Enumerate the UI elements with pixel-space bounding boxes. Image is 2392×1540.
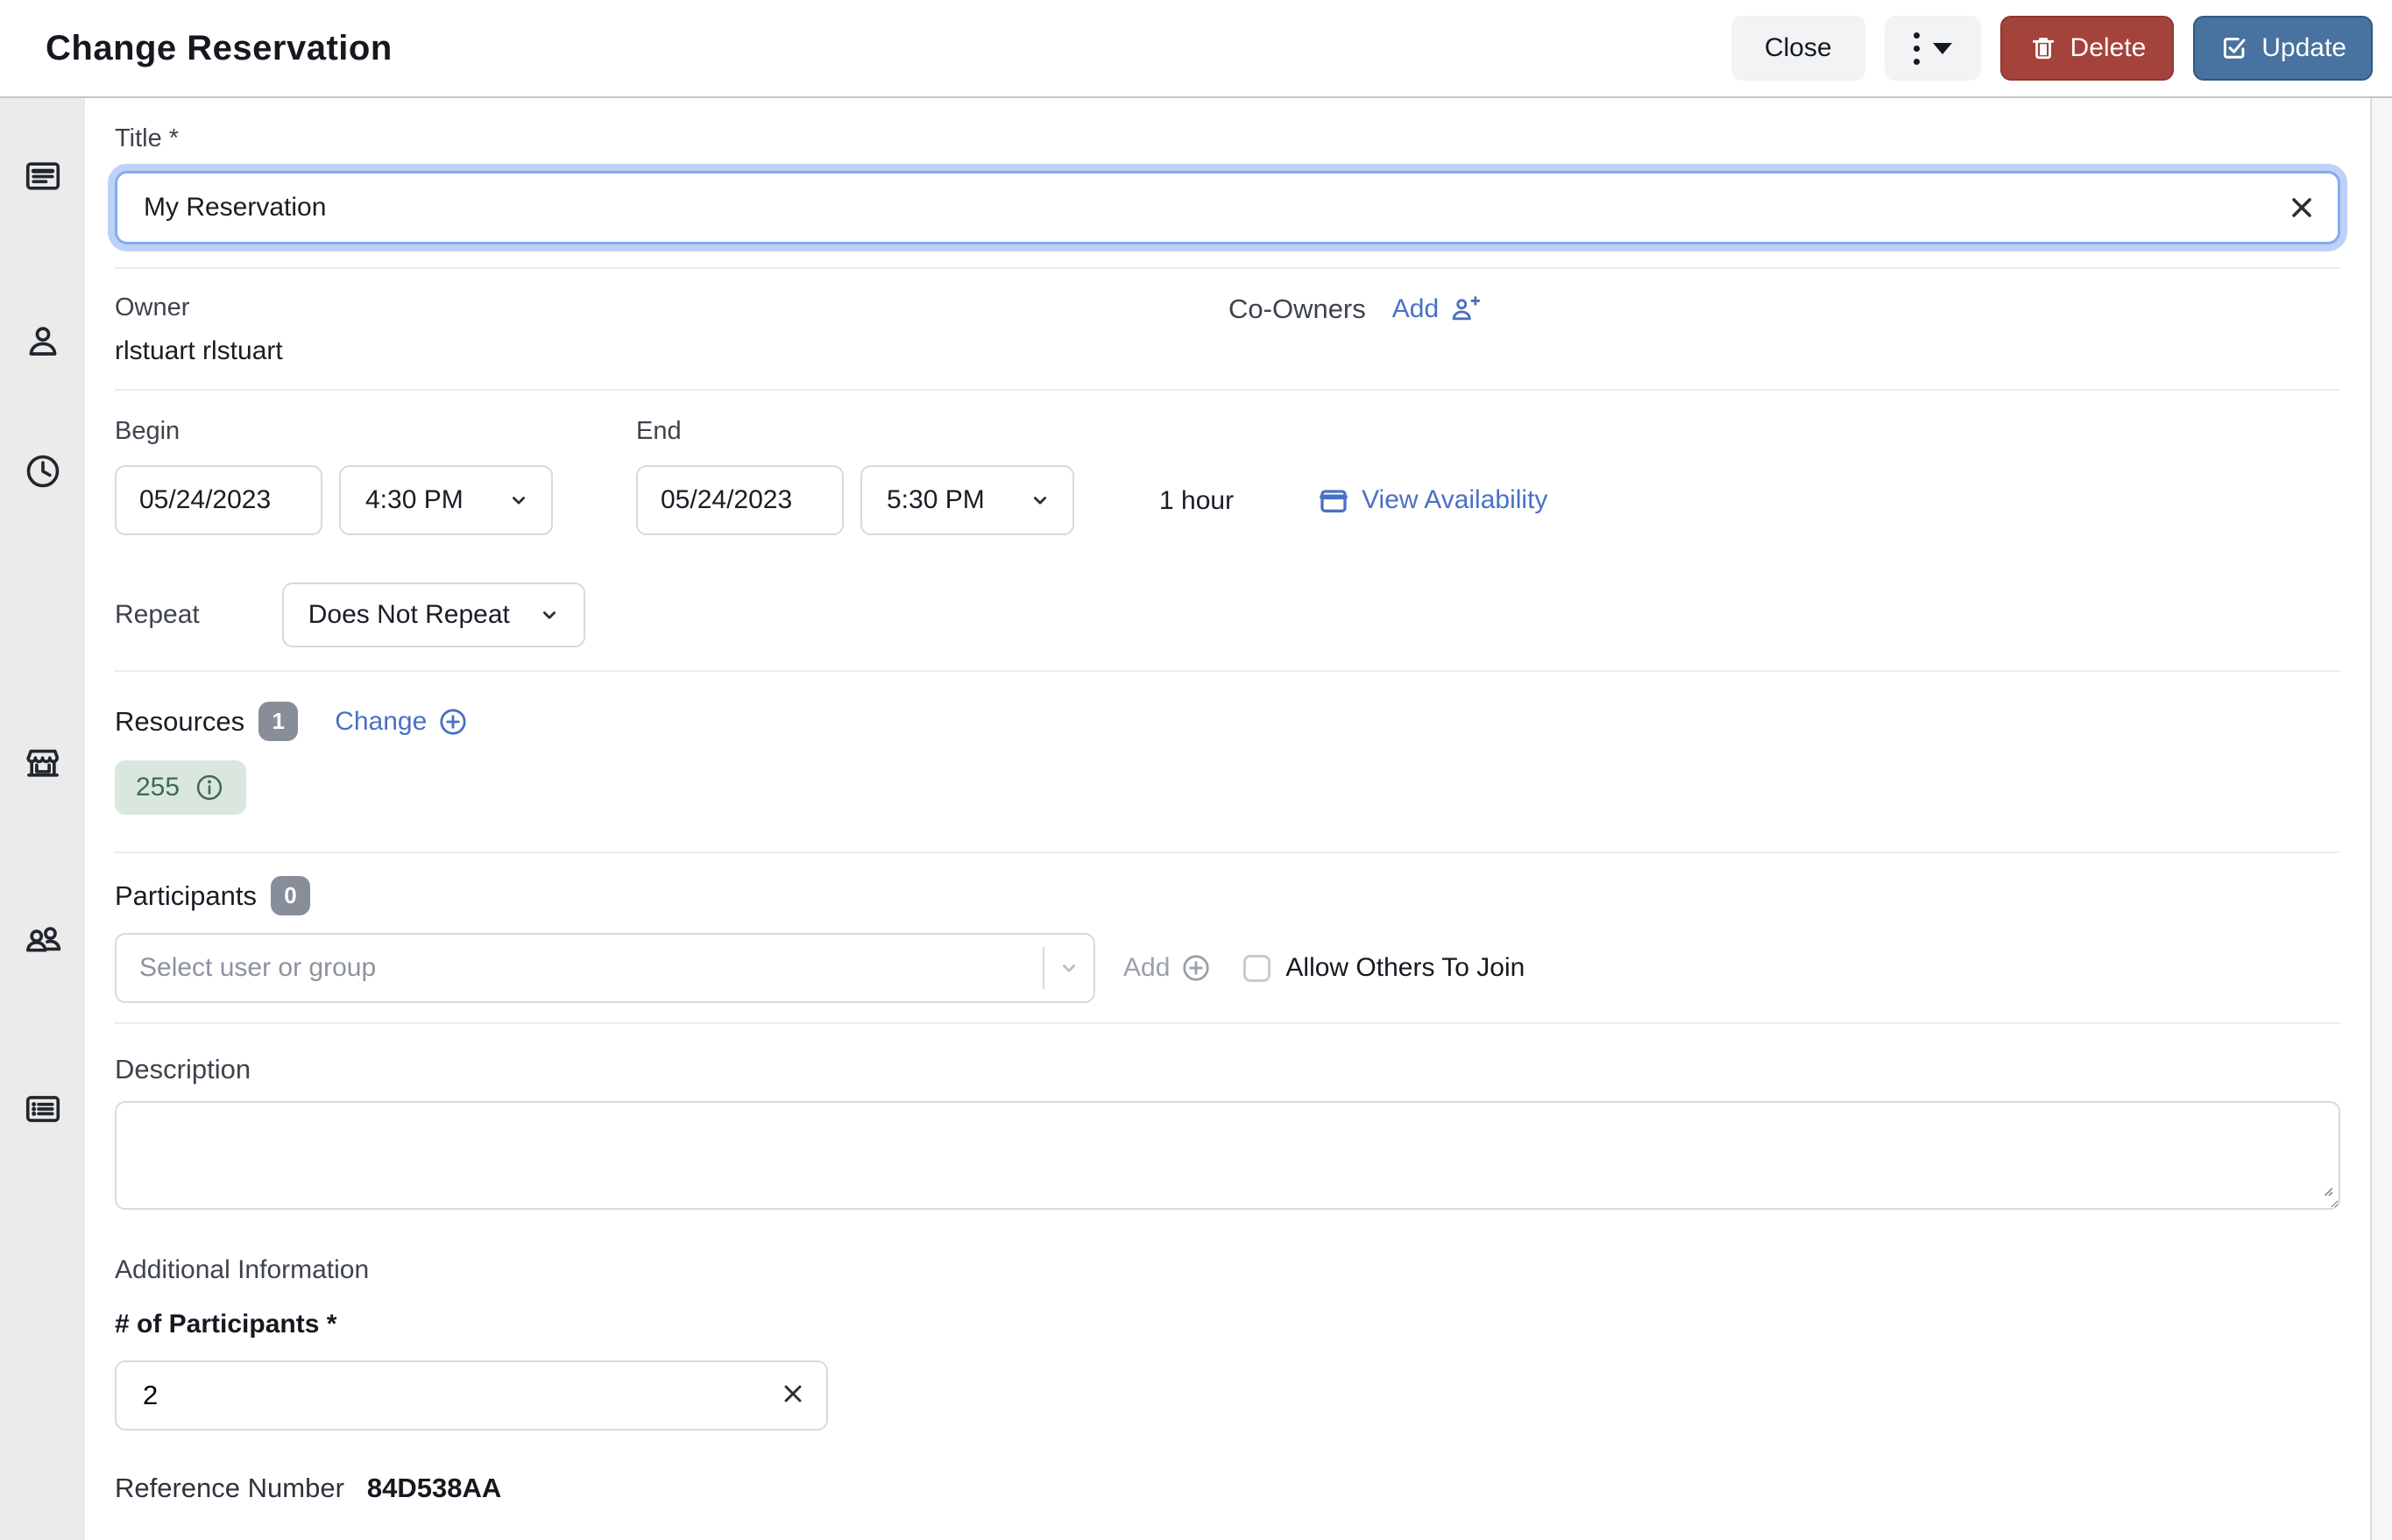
reference-number-value: 84D538AA	[366, 1473, 502, 1503]
begin-label: Begin	[115, 417, 180, 445]
kebab-icon	[1913, 32, 1920, 65]
scrollbar[interactable]	[2370, 98, 2392, 1540]
list-icon[interactable]	[23, 1089, 63, 1129]
page-title: Change Reservation	[46, 28, 393, 67]
info-icon[interactable]	[194, 772, 225, 803]
repeat-select[interactable]: Does Not Repeat	[281, 583, 585, 647]
description-section: Description Additional Information # of …	[115, 1024, 2340, 1504]
form-content: Title * Owner rlstuart rlstuart Co-Owner…	[85, 98, 2370, 1540]
calendar-icon	[1316, 483, 1351, 518]
header: Change Reservation Close Delete Update	[0, 0, 2392, 98]
add-co-owner-link[interactable]: Add	[1392, 293, 1481, 325]
end-label: End	[636, 417, 682, 445]
clock-icon[interactable]	[23, 451, 63, 491]
note-icon[interactable]	[23, 156, 63, 196]
co-owners-label: Co-Owners	[1228, 293, 1366, 324]
chevron-down-icon	[506, 487, 532, 513]
update-button[interactable]: Update	[2193, 16, 2373, 81]
caret-down-icon	[1932, 42, 1952, 54]
resource-chip[interactable]: 255	[115, 760, 247, 815]
check-square-icon	[2219, 33, 2249, 63]
repeat-label: Repeat	[115, 600, 200, 629]
chevron-down-icon	[1027, 487, 1053, 513]
storefront-icon[interactable]	[23, 743, 63, 783]
title-section: Title *	[115, 98, 2340, 269]
description-label: Description	[115, 1054, 251, 1084]
clear-num-participants-icon[interactable]	[779, 1380, 810, 1411]
resources-section: Resources 1 Change 255	[115, 672, 2340, 853]
participants-count-badge: 0	[270, 876, 310, 915]
chevron-down-icon	[536, 602, 563, 628]
close-button[interactable]: Close	[1730, 16, 1865, 81]
schedule-section: Begin 4:30 PM End	[115, 391, 2340, 672]
person-icon[interactable]	[23, 321, 63, 362]
plus-circle-icon	[1180, 952, 1212, 984]
person-plus-icon	[1449, 293, 1481, 325]
add-participant-button[interactable]: Add	[1123, 952, 1212, 984]
change-resources-link[interactable]: Change	[335, 706, 469, 738]
allow-others-checkbox[interactable]	[1243, 954, 1271, 982]
begin-date-input[interactable]	[115, 465, 322, 535]
additional-info-heading: Additional Information	[115, 1255, 370, 1284]
num-participants-input[interactable]	[115, 1360, 828, 1431]
participants-section: Participants 0 Select user or group Add	[115, 853, 2340, 1024]
resources-count-badge: 1	[258, 702, 299, 741]
plus-circle-icon	[437, 706, 469, 738]
participant-select-input[interactable]: Select user or group	[115, 933, 1095, 1003]
chevron-down-icon[interactable]	[1044, 955, 1093, 981]
num-participants-label: # of Participants *	[115, 1310, 337, 1339]
allow-others-label: Allow Others To Join	[1285, 953, 1525, 982]
end-date-input[interactable]	[636, 465, 844, 535]
owner-value: rlstuart rlstuart	[115, 336, 283, 365]
title-label: Title *	[115, 124, 180, 152]
resources-label: Resources	[115, 705, 245, 737]
participant-select-placeholder: Select user or group	[139, 953, 377, 982]
view-availability-link[interactable]: View Availability	[1316, 483, 1547, 535]
owner-label: Owner	[115, 293, 190, 321]
main: Title * Owner rlstuart rlstuart Co-Owner…	[0, 98, 2392, 1540]
reference-number-label: Reference Number	[115, 1473, 344, 1503]
title-input[interactable]	[115, 171, 2340, 244]
end-time-select[interactable]: 5:30 PM	[860, 465, 1074, 535]
more-actions-button[interactable]	[1884, 16, 1981, 81]
owner-section: Owner rlstuart rlstuart Co-Owners Add	[115, 269, 2340, 391]
header-actions: Close Delete Update	[1730, 16, 2373, 81]
begin-time-select[interactable]: 4:30 PM	[339, 465, 553, 535]
description-textarea[interactable]	[115, 1101, 2340, 1210]
delete-button[interactable]: Delete	[1999, 16, 2175, 81]
people-icon[interactable]	[23, 921, 63, 961]
clear-title-icon[interactable]	[2286, 192, 2318, 223]
duration-text: 1 hour	[1159, 486, 1235, 515]
section-nav-sidebar	[0, 98, 85, 1540]
trash-icon	[2028, 33, 2058, 63]
participants-label: Participants	[115, 879, 257, 911]
